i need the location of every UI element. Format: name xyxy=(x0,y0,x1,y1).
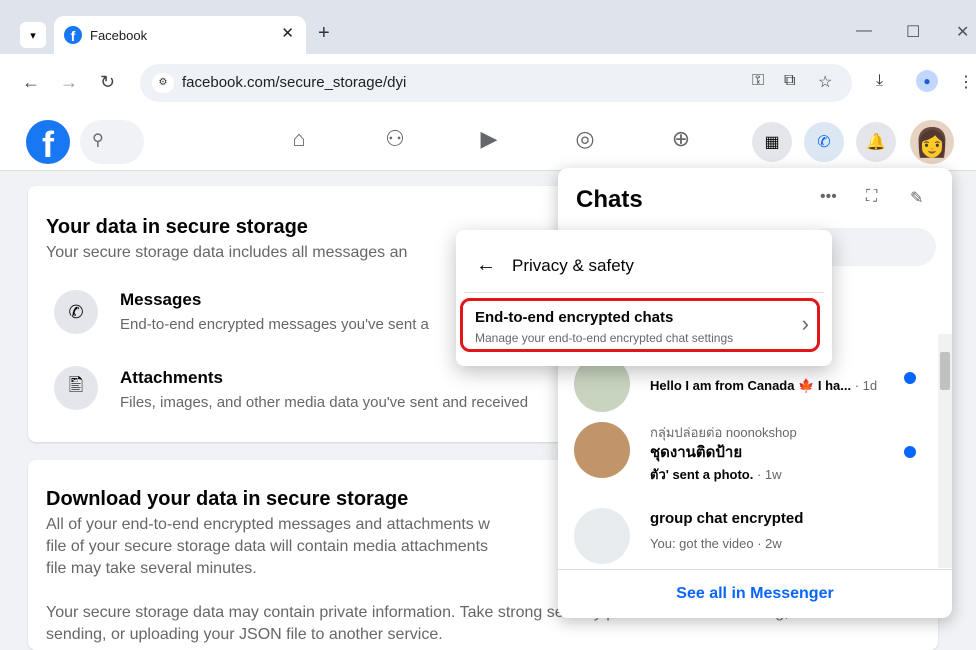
popup-title: Privacy & safety xyxy=(512,256,634,275)
option-title: End-to-end encrypted chats xyxy=(475,309,674,326)
chat-avatar xyxy=(574,508,630,564)
close-window-icon[interactable]: ✕ xyxy=(956,22,969,42)
download-icon[interactable]: ⤓ xyxy=(876,72,883,90)
video-icon[interactable]: ▶ xyxy=(474,126,504,152)
tab-title: Facebook xyxy=(90,28,148,43)
back-icon[interactable]: ← xyxy=(22,72,40,93)
download-line-2: file of your secure storage data will co… xyxy=(46,538,489,555)
option-desc: Manage your end-to-end encrypted chat se… xyxy=(475,331,734,345)
minimize-icon[interactable]: — xyxy=(856,22,872,40)
new-tab-icon[interactable]: + xyxy=(318,22,330,45)
new-message-icon[interactable]: ✎ xyxy=(910,188,923,208)
chat-row[interactable]: group chat encrypted You: got the video … xyxy=(568,502,918,578)
attachments-desc: Files, images, and other media data you'… xyxy=(120,394,529,411)
reload-icon[interactable]: ↻ xyxy=(100,72,115,93)
install-app-icon[interactable]: ⧉ xyxy=(784,72,795,90)
chat-avatar xyxy=(574,422,630,478)
facebook-logo-icon[interactable]: f xyxy=(26,120,70,165)
browser-tab[interactable]: f Facebook ✕ xyxy=(54,16,306,54)
facebook-top-nav: f ⚲ ⌂ ⚇ ▶ ◎ ⊕ ▦ ✆ 🔔 👩 xyxy=(0,114,976,171)
messenger-icon: ✆ xyxy=(54,290,98,334)
facebook-favicon-icon: f xyxy=(64,26,82,44)
unread-dot xyxy=(904,446,916,458)
address-toolbar: ← → ↻ ⚙ facebook.com/secure_storage/dyi … xyxy=(0,54,976,114)
see-all-in-messenger-link[interactable]: See all in Messenger xyxy=(558,569,952,618)
card-subtitle: Your secure storage data includes all me… xyxy=(46,244,408,261)
facebook-search[interactable]: ⚲ xyxy=(80,120,144,164)
card-title: Your data in secure storage xyxy=(46,216,308,238)
scrollbar-thumb[interactable] xyxy=(940,352,950,390)
download-title: Download your data in secure storage xyxy=(46,488,409,510)
chevron-right-icon: › xyxy=(801,311,809,336)
chat-message: You: got the video · 2w xyxy=(650,536,782,551)
profile-icon[interactable]: ● xyxy=(916,70,938,92)
download-line-1: All of your end-to-end encrypted message… xyxy=(46,516,490,533)
search-icon: ⚲ xyxy=(92,132,104,149)
download-line-5: sending, or uploading your JSON file to … xyxy=(46,626,443,643)
forward-icon[interactable]: → xyxy=(60,72,78,93)
password-key-icon[interactable]: ⚿ xyxy=(752,72,764,90)
chat-name: group chat encrypted xyxy=(650,510,804,527)
chat-row[interactable]: กลุ่มปล่อยต่อ noonokshop ชุดงานติดป้าย ต… xyxy=(568,416,918,492)
address-bar[interactable]: ⚙ facebook.com/secure_storage/dyi ⚿ ⧉ ☆ xyxy=(140,64,852,102)
notifications-icon[interactable]: 🔔 xyxy=(856,122,896,162)
tab-search-dropdown-icon[interactable]: ▾ xyxy=(20,22,46,48)
divider xyxy=(464,292,824,293)
friends-icon[interactable]: ⚇ xyxy=(380,126,410,152)
menu-grid-icon[interactable]: ▦ xyxy=(752,122,792,162)
url-text: facebook.com/secure_storage/dyi xyxy=(182,74,407,91)
chat-name: ชุดงานติดป้าย xyxy=(650,444,743,461)
more-menu-icon[interactable]: ⋮ xyxy=(958,72,974,92)
close-tab-icon[interactable]: ✕ xyxy=(281,24,294,42)
unread-dot xyxy=(904,372,916,384)
attachments-title: Attachments xyxy=(120,368,223,387)
more-options-icon[interactable]: ••• xyxy=(820,188,837,206)
end-to-end-encrypted-chats-option[interactable]: End-to-end encrypted chats Manage your e… xyxy=(460,298,820,352)
expand-icon[interactable]: ⛶ xyxy=(866,188,877,206)
attachment-icon: 🖺 xyxy=(54,366,98,410)
gaming-icon[interactable]: ⊕ xyxy=(666,126,696,152)
account-avatar[interactable]: 👩 xyxy=(910,120,954,164)
privacy-safety-popup: ← Privacy & safety End-to-end encrypted … xyxy=(456,230,832,366)
maximize-icon[interactable]: ☐ xyxy=(906,22,920,42)
groups-icon[interactable]: ◎ xyxy=(570,126,600,152)
bookmark-star-icon[interactable]: ☆ xyxy=(818,72,832,92)
chat-message: ตัว' sent a photo. · 1w xyxy=(650,467,782,482)
chat-message: Hello I am from Canada 🍁 I ha... · 1d xyxy=(650,378,878,393)
messages-title: Messages xyxy=(120,290,202,309)
messenger-icon[interactable]: ✆ xyxy=(804,122,844,162)
back-arrow-icon[interactable]: ← xyxy=(476,254,496,277)
site-info-icon[interactable]: ⚙ xyxy=(152,73,174,93)
download-line-3: file may take several minutes. xyxy=(46,560,257,577)
chats-scrollbar[interactable] xyxy=(938,334,952,568)
chats-title: Chats xyxy=(576,186,643,213)
messages-desc: End-to-end encrypted messages you've sen… xyxy=(120,316,429,333)
home-icon[interactable]: ⌂ xyxy=(284,126,314,152)
